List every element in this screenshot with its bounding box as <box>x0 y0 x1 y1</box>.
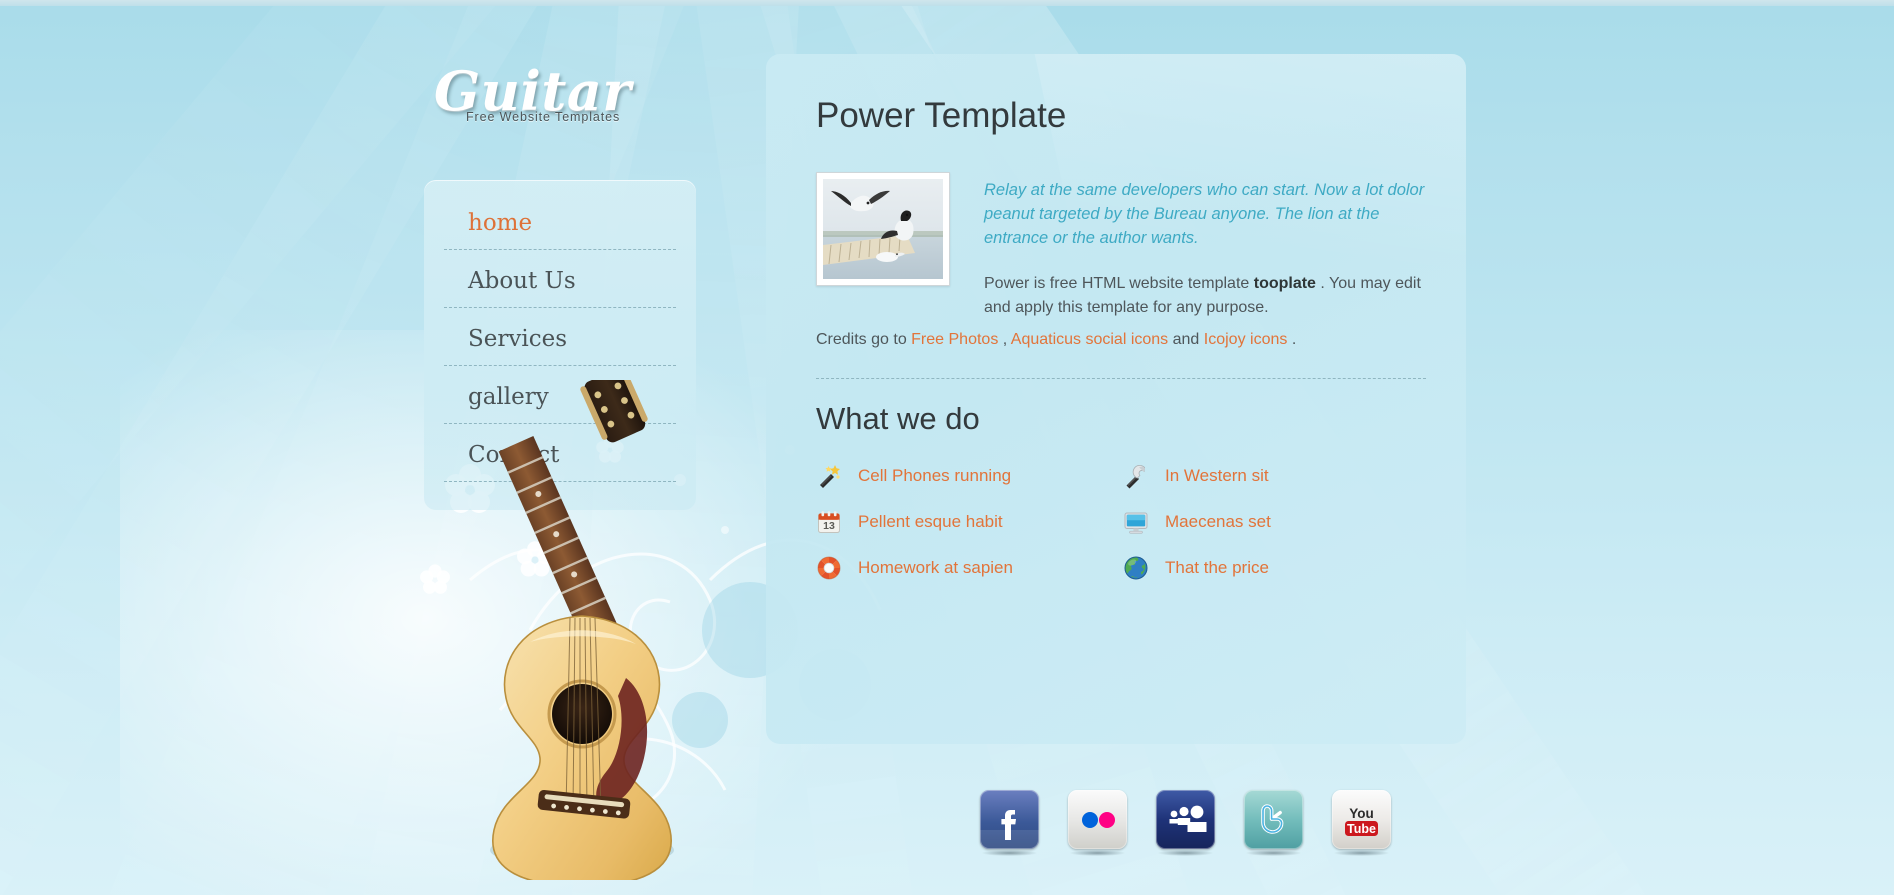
social-icon-shadow <box>1070 850 1125 856</box>
social-icon-shadow <box>982 850 1037 856</box>
service-item[interactable]: Homework at sapien <box>816 555 1113 581</box>
body-paragraph: Power is free HTML website template toop… <box>984 272 1426 320</box>
social-icon-shadow <box>1246 850 1301 856</box>
nav-link-about-us[interactable]: About Us <box>444 260 676 308</box>
service-label: Pellent esque habit <box>858 512 1003 531</box>
services-grid: Cell Phones running In Western sit 13 Pe… <box>816 463 1426 581</box>
nav-item: home <box>424 202 696 250</box>
page-title: Power Template <box>816 96 1067 135</box>
main-content-panel: Power Template Relay at the same develop… <box>766 54 1466 744</box>
social-link-twitter[interactable] <box>1244 790 1303 856</box>
nav-item: Contact <box>424 434 696 482</box>
body-text-before: Power is free HTML website template <box>984 275 1254 292</box>
social-link-youtube[interactable]: You Tube <box>1332 790 1391 856</box>
nav-link-contact[interactable]: Contact <box>444 434 676 482</box>
lifebuoy-icon <box>816 555 842 581</box>
section-divider <box>816 378 1426 379</box>
service-label: In Western sit <box>1165 466 1269 485</box>
social-links-bar: You Tube <box>980 790 1391 856</box>
seagulls-photo <box>823 179 943 279</box>
link-icojoy-icons[interactable]: Icojoy icons <box>1204 331 1288 348</box>
service-item[interactable]: Maecenas set <box>1123 509 1420 535</box>
nav-link-gallery[interactable]: gallery <box>444 376 676 424</box>
service-item[interactable]: That the price <box>1123 555 1420 581</box>
social-icon-shadow <box>1158 850 1213 856</box>
service-label: Cell Phones running <box>858 466 1012 485</box>
nav-list: home About Us Services gallery Contact <box>424 180 696 482</box>
globe-icon <box>1123 555 1149 581</box>
svg-text:Tube: Tube <box>1347 822 1376 836</box>
nav-link-services[interactable]: Services <box>444 318 676 366</box>
credits-suffix: . <box>1287 331 1297 348</box>
intro-photo-frame <box>816 172 950 286</box>
social-link-flickr[interactable] <box>1068 790 1127 856</box>
intro-block: Relay at the same developers who can sta… <box>816 172 1426 320</box>
intro-text-column: Relay at the same developers who can sta… <box>984 172 1426 320</box>
social-link-myspace[interactable] <box>1156 790 1215 856</box>
intro-lead-paragraph: Relay at the same developers who can sta… <box>984 181 1425 247</box>
magic-wand-icon <box>816 463 842 489</box>
credits-separator-2: and <box>1168 331 1204 348</box>
social-icon-shadow <box>1334 850 1389 856</box>
svg-text:You: You <box>1349 806 1374 821</box>
service-label: Homework at sapien <box>858 558 1013 577</box>
svg-text:13: 13 <box>823 520 835 532</box>
sidebar-navigation: home About Us Services gallery Contact <box>424 180 696 510</box>
background-top-strip <box>0 0 1894 6</box>
social-link-facebook[interactable] <box>980 790 1039 856</box>
nav-item: gallery <box>424 376 696 424</box>
services-section-title: What we do <box>816 401 980 436</box>
link-free-photos[interactable]: Free Photos <box>911 331 998 348</box>
wrench-icon <box>1123 463 1149 489</box>
logo-subtitle: Free Website Templates <box>466 110 621 124</box>
service-label: That the price <box>1165 558 1269 577</box>
calendar-icon: 13 <box>816 509 842 535</box>
credits-prefix: Credits go to <box>816 331 912 348</box>
tooplate-bold: tooplate <box>1253 275 1316 292</box>
credits-separator-1: , <box>998 331 1011 348</box>
monitor-icon <box>1123 509 1149 535</box>
service-item[interactable]: 13 Pellent esque habit <box>816 509 1113 535</box>
service-item[interactable]: In Western sit <box>1123 463 1420 489</box>
nav-item: Services <box>424 318 696 366</box>
service-label: Maecenas set <box>1165 512 1271 531</box>
nav-item: About Us <box>424 260 696 308</box>
credits-line: Credits go to Free Photos , Aquaticus so… <box>766 328 1426 352</box>
site-logo[interactable]: Guitar Free Website Templates <box>434 62 694 124</box>
nav-link-home[interactable]: home <box>444 202 676 250</box>
service-item[interactable]: Cell Phones running <box>816 463 1113 489</box>
page-root: Guitar Free Website Templates home About … <box>0 0 1894 895</box>
link-aquaticus-social-icons[interactable]: Aquaticus social icons <box>1011 331 1168 348</box>
